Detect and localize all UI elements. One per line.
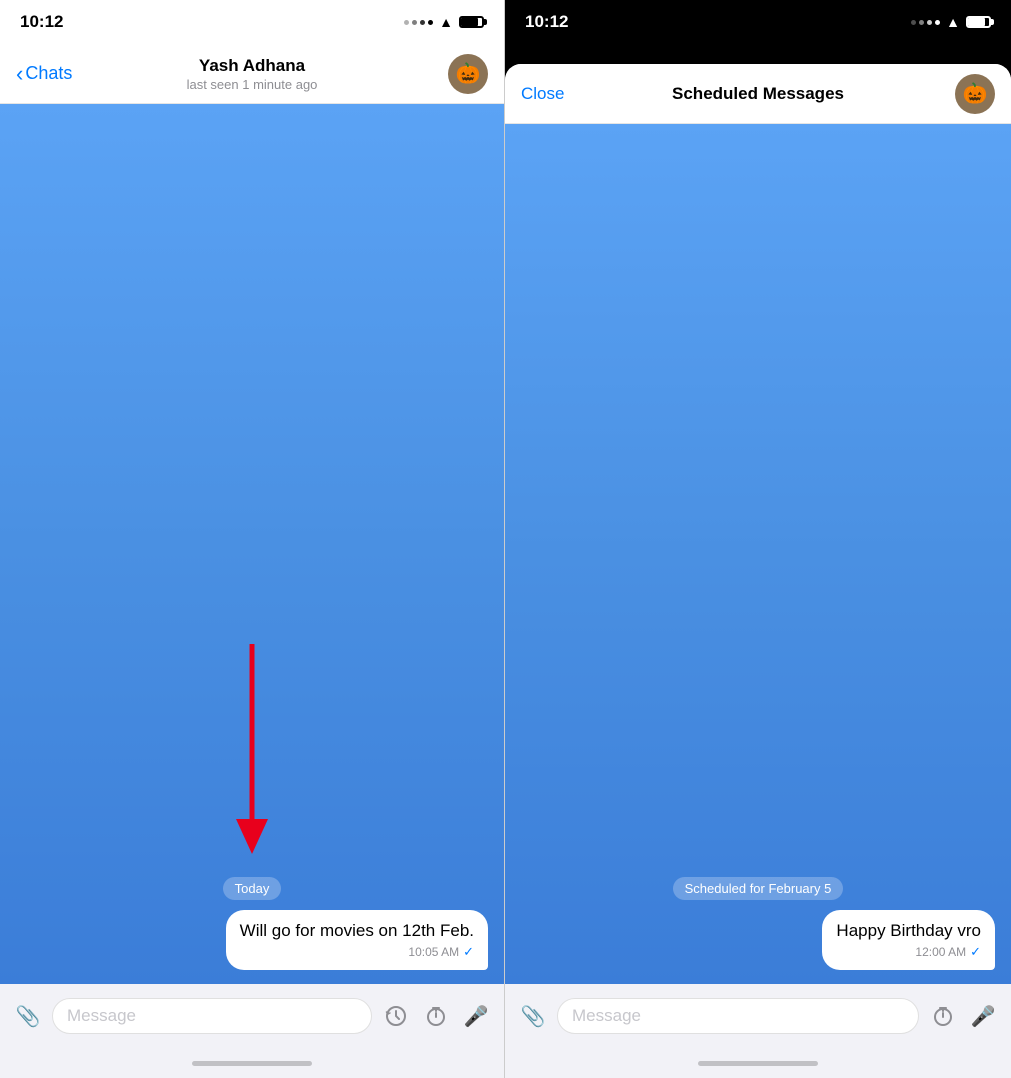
- left-status-icons: ▲: [404, 14, 484, 30]
- right-status-icons: ▲: [911, 14, 991, 30]
- scheduled-chip: Scheduled for February 5: [673, 877, 844, 900]
- right-phone-panel: 10:12 ▲ Close Scheduled Messages 🎃: [505, 0, 1011, 1078]
- check-mark-icon: ✓: [463, 944, 474, 960]
- right-timer-icon[interactable]: [927, 1000, 959, 1032]
- scheduled-chat-area: Scheduled for February 5 Happy Birthday …: [505, 124, 1011, 984]
- battery-icon-right: [966, 16, 991, 28]
- right-avatar-emoji: 🎃: [963, 81, 988, 106]
- signal-icon-right: [911, 20, 940, 25]
- date-chip: Today: [223, 877, 282, 900]
- microphone-icon[interactable]: 🎤: [460, 1000, 492, 1032]
- back-label[interactable]: Chats: [25, 63, 72, 84]
- signal-icon: [404, 20, 433, 25]
- back-button[interactable]: ‹ Chats: [16, 61, 72, 87]
- avatar[interactable]: 🎃: [448, 54, 488, 94]
- contact-name: Yash Adhana: [199, 56, 305, 76]
- right-status-bar: 10:12 ▲: [505, 0, 1011, 44]
- close-button[interactable]: Close: [521, 84, 564, 104]
- attachment-icon[interactable]: 📎: [12, 1000, 44, 1032]
- scheduled-message-time: 12:00 AM: [915, 945, 966, 959]
- right-input-bar: 📎 Message 🎤: [505, 984, 1011, 1048]
- scheduled-title: Scheduled Messages: [672, 84, 844, 104]
- last-seen: last seen 1 minute ago: [187, 77, 318, 92]
- scheduled-messages-modal: Close Scheduled Messages 🎃 Scheduled for…: [505, 64, 1011, 1078]
- message-text: Will go for movies on 12th Feb.: [240, 920, 474, 942]
- right-nav-bar: Close Scheduled Messages 🎃: [505, 64, 1011, 124]
- wifi-icon: ▲: [439, 14, 453, 30]
- left-status-time: 10:12: [20, 12, 63, 32]
- right-avatar[interactable]: 🎃: [955, 74, 995, 114]
- message-time: 10:05 AM: [408, 945, 459, 959]
- scheduled-check-icon: ✓: [970, 944, 981, 960]
- right-home-indicator: [505, 1048, 1011, 1078]
- left-input-bar: 📎 Message 🎤: [0, 984, 504, 1048]
- nav-center: Yash Adhana last seen 1 minute ago: [187, 56, 318, 92]
- input-placeholder: Message: [67, 1006, 136, 1026]
- right-input-placeholder: Message: [572, 1006, 641, 1026]
- home-indicator: [0, 1048, 504, 1078]
- message-meta: 10:05 AM ✓: [240, 944, 474, 960]
- right-microphone-icon[interactable]: 🎤: [967, 1000, 999, 1032]
- scheduled-clock-icon[interactable]: [380, 1000, 412, 1032]
- battery-icon: [459, 16, 484, 28]
- chevron-left-icon: ‹: [16, 61, 23, 87]
- scheduled-message-bubble: Happy Birthday vro 12:00 AM ✓: [822, 910, 995, 970]
- timer-icon[interactable]: [420, 1000, 452, 1032]
- left-status-bar: 10:12 ▲: [0, 0, 504, 44]
- right-message-input[interactable]: Message: [557, 998, 919, 1034]
- avatar-emoji: 🎃: [456, 61, 481, 86]
- left-nav-bar: ‹ Chats Yash Adhana last seen 1 minute a…: [0, 44, 504, 104]
- left-phone-panel: 10:12 ▲ ‹ Chats Yash Adhana last seen 1 …: [0, 0, 505, 1078]
- message-bubble: Will go for movies on 12th Feb. 10:05 AM…: [226, 910, 488, 970]
- right-nav-center: Scheduled Messages: [672, 84, 844, 104]
- scheduled-message-text: Happy Birthday vro: [836, 920, 981, 942]
- home-bar: [192, 1061, 312, 1066]
- right-attachment-icon[interactable]: 📎: [517, 1000, 549, 1032]
- chat-area: Today Will go for movies on 12th Feb. 10…: [0, 104, 504, 984]
- scheduled-message-meta: 12:00 AM ✓: [836, 944, 981, 960]
- right-status-time: 10:12: [525, 12, 568, 32]
- red-arrow-annotation: [222, 644, 282, 864]
- wifi-icon-right: ▲: [946, 14, 960, 30]
- right-home-bar: [698, 1061, 818, 1066]
- left-message-input[interactable]: Message: [52, 998, 372, 1034]
